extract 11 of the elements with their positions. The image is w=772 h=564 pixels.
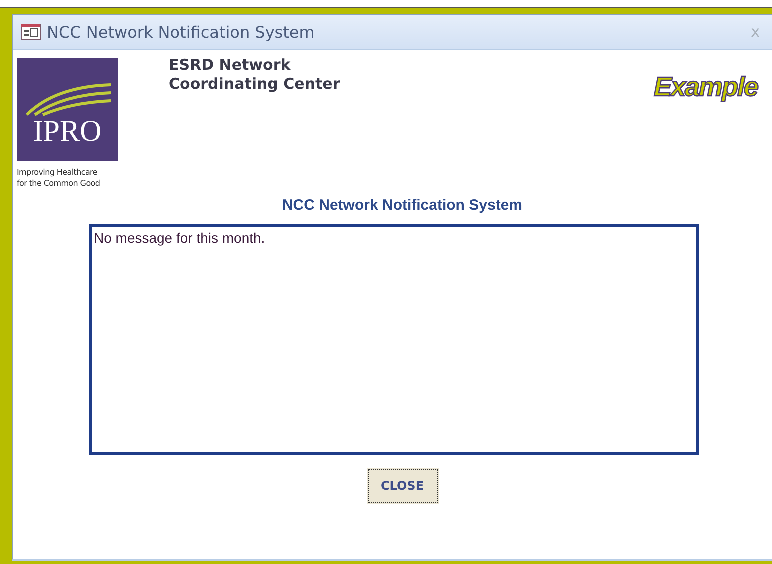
close-button[interactable]: CLOSE — [368, 469, 438, 503]
tagline-text: Improving Healthcare — [17, 167, 98, 178]
form-heading: NCC Network Notification System — [281, 197, 524, 214]
example-label: Example — [654, 72, 758, 103]
logo-text: IPRO — [33, 117, 102, 150]
window-title: NCC Network Notification System — [47, 22, 316, 42]
organization-name: ESRD Network — [169, 56, 292, 75]
message-box: No message for this month. — [89, 224, 699, 455]
organization-name: Coordinating Center — [169, 75, 340, 94]
form-icon — [21, 24, 41, 40]
tagline-text: for the Common Good — [17, 178, 102, 189]
